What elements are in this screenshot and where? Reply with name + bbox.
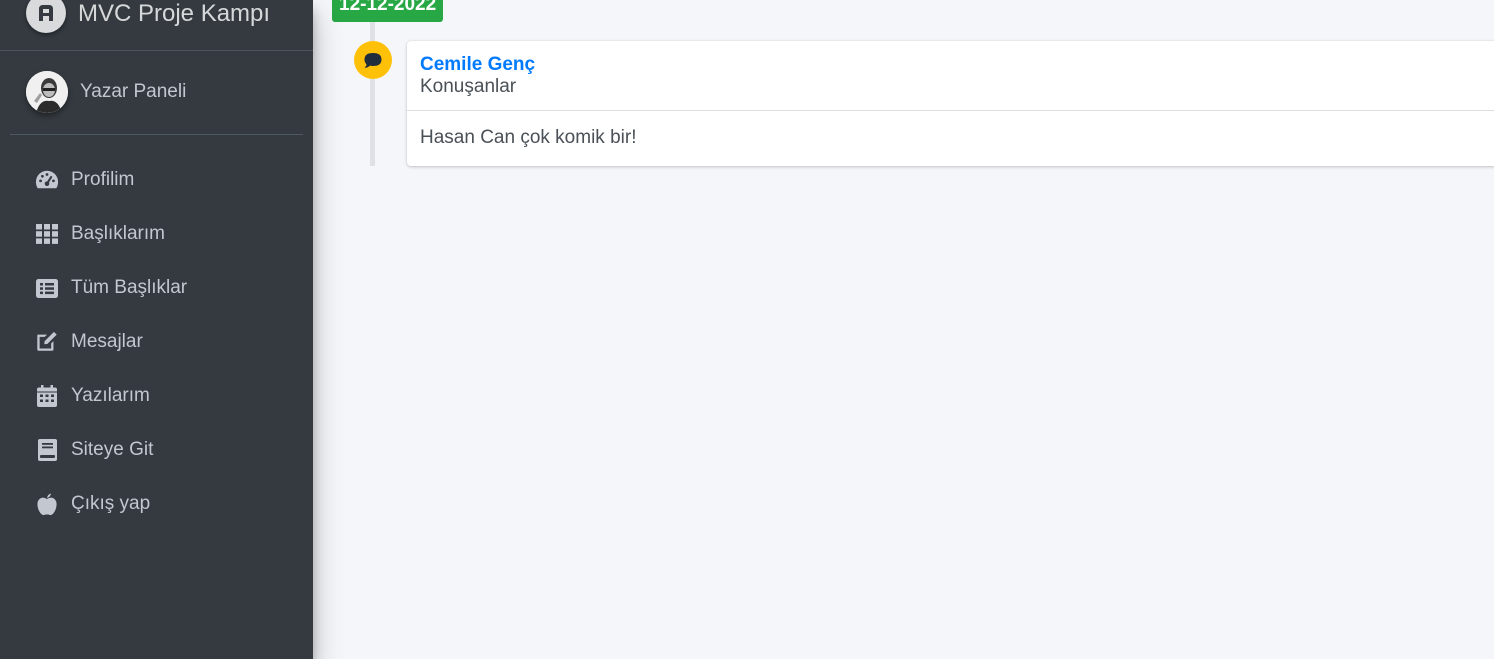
sidebar-item-label: Başlıklarım bbox=[71, 223, 165, 244]
sidebar-item-label: Siteye Git bbox=[71, 439, 154, 460]
th-grid-icon bbox=[35, 222, 59, 246]
calendar-icon bbox=[35, 384, 59, 408]
content-wrapper: 12-12-2022 Cemile Genç Konuşanlar Hasan … bbox=[313, 0, 1494, 659]
user-panel-name[interactable]: Yazar Paneli bbox=[80, 81, 186, 103]
book-icon bbox=[35, 438, 59, 462]
sidebar-item-label: Yazılarım bbox=[71, 385, 150, 406]
sidebar-item-mesajlar[interactable]: Mesajlar bbox=[20, 315, 303, 369]
timeline-item: Cemile Genç Konuşanlar Hasan Can çok kom… bbox=[407, 41, 1494, 166]
list-alt-icon bbox=[35, 276, 59, 300]
sidebar-item-label: Çıkış yap bbox=[71, 493, 151, 514]
brand-text: MVC Proje Kampı bbox=[78, 0, 271, 27]
sidebar-item-profilim[interactable]: Profilim bbox=[20, 153, 303, 207]
apple-icon bbox=[35, 492, 59, 516]
sidebar-item-label: Profilim bbox=[71, 169, 135, 190]
timeline-header: Cemile Genç Konuşanlar bbox=[407, 41, 1494, 111]
sidebar-item-siteye-git[interactable]: Siteye Git bbox=[20, 423, 303, 477]
comment-icon bbox=[354, 41, 392, 79]
author-link[interactable]: Cemile Genç bbox=[420, 54, 535, 76]
topic-label: Konuşanlar bbox=[420, 76, 517, 97]
user-panel: Yazar Paneli bbox=[10, 51, 303, 135]
brand-logo-icon bbox=[26, 0, 66, 33]
timeline-body: Hasan Can çok komik bir! bbox=[420, 127, 637, 148]
user-avatar[interactable] bbox=[26, 71, 68, 113]
sidebar-item-yazilarim[interactable]: Yazılarım bbox=[20, 369, 303, 423]
brand-link[interactable]: MVC Proje Kampı bbox=[0, 0, 313, 51]
sidebar-item-basliklarim[interactable]: Başlıklarım bbox=[20, 207, 303, 261]
tachometer-icon bbox=[35, 168, 59, 192]
sidebar-item-tum-basliklar[interactable]: Tüm Başlıklar bbox=[20, 261, 303, 315]
sidebar-item-cikis-yap[interactable]: Çıkış yap bbox=[20, 477, 303, 531]
sidebar-item-label: Mesajlar bbox=[71, 331, 143, 352]
sidebar-nav: Profilim Başlıklarım Tüm Başlıklar Mesaj… bbox=[20, 153, 303, 531]
timeline-date-badge: 12-12-2022 bbox=[332, 0, 444, 22]
sidebar-item-label: Tüm Başlıklar bbox=[71, 277, 188, 298]
edit-icon bbox=[35, 330, 59, 354]
main-sidebar: MVC Proje Kampı Yazar Paneli Profilim Ba… bbox=[0, 0, 313, 659]
